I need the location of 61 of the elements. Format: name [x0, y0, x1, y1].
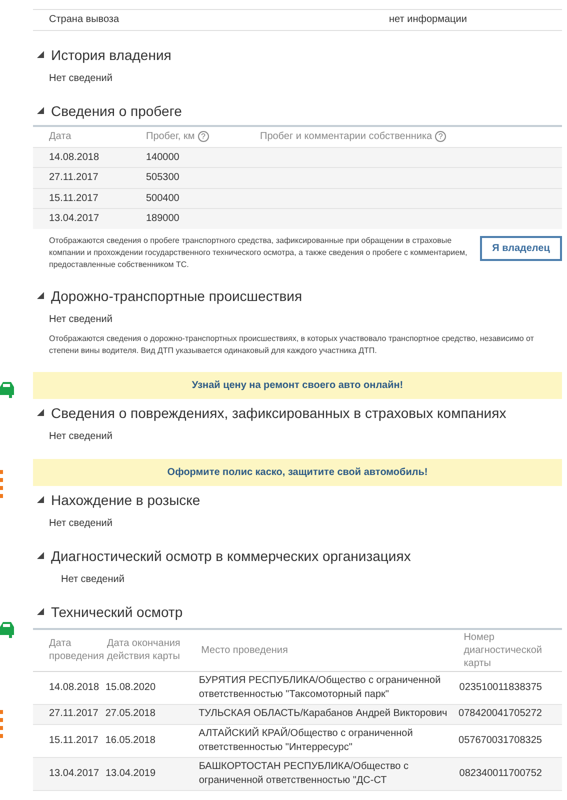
table-cell-text: АЛТАЙСКИЙ КРАЙ/Общество с ограниченной ответственностью "Интерресурс" [198, 726, 414, 754]
note-text: Отображаются сведения о пробеге транспортного средства, зафиксированные при обращении в страховые компании и прохождении государственного технического осмотра, а также сведения о пробеге с комментарием, предоставленные собственником ТС. [49, 234, 468, 270]
collapse-triangle-icon[interactable] [37, 292, 44, 299]
table-cell-text: 078420041705272 [458, 707, 543, 721]
table-cell-text: 27.11.2017 [49, 171, 100, 186]
collapse-triangle-icon[interactable] [37, 107, 44, 114]
owner-button[interactable]: Я владелец [480, 236, 562, 260]
table-cell-text: БАШКОРТОСТАН РЕСПУБЛИКА/Общество с ограниченной ответственностью "ДС-СТ [198, 760, 410, 788]
promo-banner[interactable]: Узнай цену на ремонт своего авто онлайн! [33, 372, 562, 398]
table-cell-text: 27.05.2018 [105, 707, 156, 721]
column-header: Номер диагностической карты [464, 630, 543, 670]
empty-text: Нет сведений [48, 430, 114, 444]
table-cell-text: 16.05.2018 [105, 734, 156, 748]
collapse-triangle-icon[interactable] [37, 608, 44, 615]
collapse-triangle-icon[interactable] [37, 51, 44, 58]
table-cell-text: 15.11.2017 [49, 734, 100, 748]
column-header: Пробег и комментарии собственника [260, 130, 432, 144]
empty-text: Нет сведений [48, 72, 114, 86]
help-icon[interactable]: ? [198, 131, 209, 142]
table-cell-text: 14.08.2018 [49, 680, 100, 694]
promo-banner[interactable]: Оформите полис каско, защитите свой автомобиль! [33, 458, 562, 486]
table-cell-text: 15.08.2020 [105, 680, 157, 694]
table-cell-text: 15.11.2017 [49, 192, 100, 206]
table-cell-text: 13.04.2019 [105, 766, 157, 780]
table-cell-text: 500400 [146, 192, 180, 206]
column-header: Пробег, км [146, 130, 195, 144]
table-cell-text: 023510011838375 [459, 680, 543, 694]
table-cell-text: 27.11.2017 [49, 707, 100, 721]
empty-text: Нет сведений [48, 312, 114, 326]
column-header: Место проведения [201, 644, 289, 656]
table-cell-text: 13.04.2017 [49, 766, 100, 780]
section-title: Технический осмотр [51, 602, 183, 622]
table-cell-text: 13.04.2017 [49, 212, 100, 226]
table-cell-text: БУРЯТИЯ РЕСПУБЛИКА/Общество с ограниченной ответственностью "Таксомоторный парк" [198, 674, 442, 702]
section-title: Дорожно-транспортные происшествия [51, 286, 302, 306]
table-cell-text: 082340011700752 [459, 766, 543, 780]
table-cell-text: 505300 [146, 171, 180, 186]
table-cell-text: 140000 [146, 150, 180, 165]
info-label: Страна вывоза [49, 13, 120, 28]
section-title: История владения [51, 46, 172, 64]
empty-text: Нет сведений [48, 516, 114, 530]
help-icon[interactable]: ? [435, 131, 446, 142]
note-text: Отображаются сведения о дорожно-транспортных происшествиях, в которых участвовало транспортное средство, независимо от степени вины водителя. Вид ДТП указывается одинаковый для каждого участника ДТП. [49, 332, 535, 356]
empty-text: Нет сведений [60, 572, 126, 586]
dashed-mark-icon [0, 470, 3, 500]
table-cell-text: 14.08.2018 [49, 150, 100, 165]
section-title: Сведения о повреждениях, зафиксированных в страховых компаниях [51, 404, 506, 422]
column-header: Дата проведения [49, 637, 105, 663]
dashed-mark-icon [0, 710, 3, 740]
section-title: Сведения о пробеге [51, 102, 182, 120]
collapse-triangle-icon[interactable] [37, 552, 44, 559]
column-header: Дата [49, 130, 72, 144]
section-title: Нахождение в розыске [51, 490, 200, 510]
column-header: Дата окончания действия карты [107, 637, 182, 663]
table-cell-text: 189000 [146, 212, 180, 226]
collapse-triangle-icon[interactable] [37, 496, 44, 503]
table-cell-text: 057670031708325 [458, 734, 543, 748]
table-cell-text: ТУЛЬСКАЯ ОБЛАСТЬ/Карабанов Андрей Викторович [198, 707, 448, 721]
section-title: Диагностический осмотр в коммерческих организациях [51, 546, 411, 566]
collapse-triangle-icon[interactable] [37, 409, 44, 416]
info-value: нет информации [389, 13, 467, 28]
